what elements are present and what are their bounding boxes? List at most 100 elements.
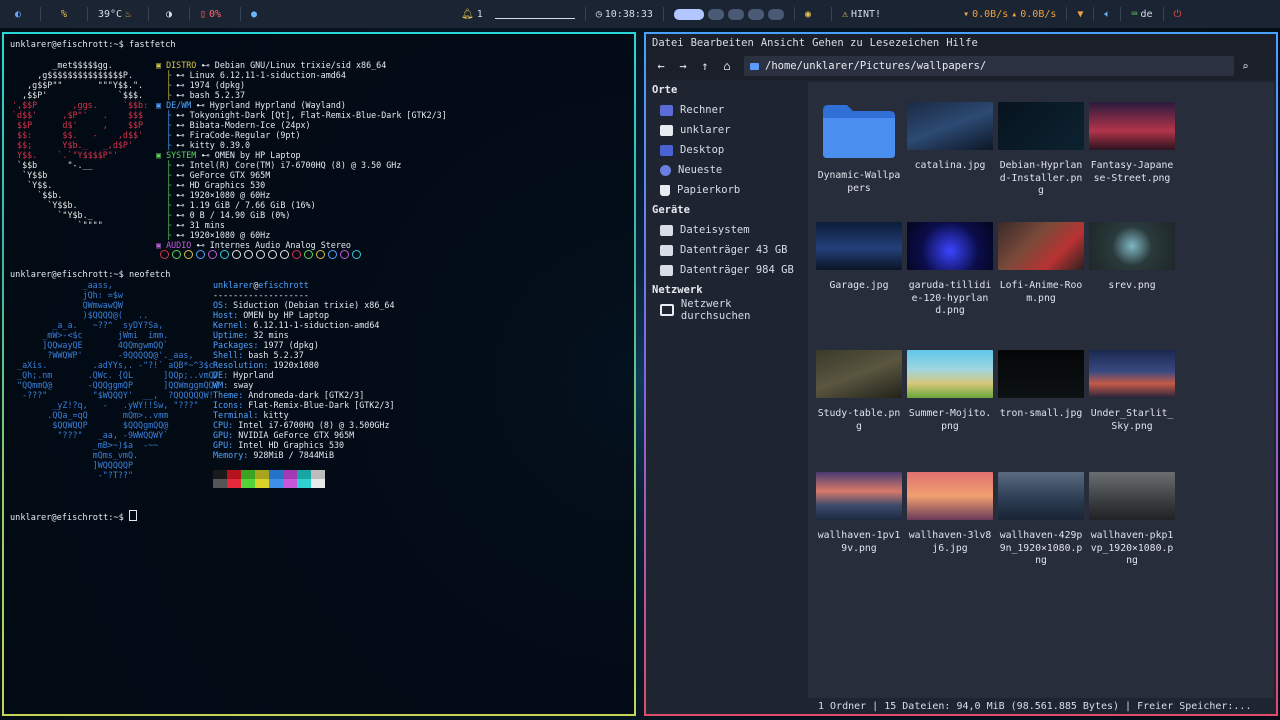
thumbnail	[907, 102, 993, 150]
sidebar-item-netzwerk-durchsuchen[interactable]: Netzwerk durchsuchen	[646, 298, 806, 322]
ascii-line: _Qh;.nm .QWc. {QL ]QQp;..vmQ/	[12, 370, 219, 380]
circle-icon[interactable]: ●	[245, 0, 275, 28]
file-item[interactable]: wallhaven-pkp1vp_1920×1080.png	[1087, 472, 1177, 568]
sidebar-item-neueste[interactable]: Neueste	[646, 160, 806, 180]
file-item[interactable]: Debian-Hyprland-Installer.png	[996, 102, 1086, 198]
sidebar-item-papierkorb[interactable]: Papierkorb	[646, 180, 806, 200]
volume-icon[interactable]: 🔈︎	[1098, 0, 1116, 28]
info-row: Uptime: 32 mins	[213, 330, 289, 340]
sidebar-item-datenträger-984-gb[interactable]: Datenträger 984 GB	[646, 260, 806, 280]
keyboard-layout[interactable]: ⌨ de	[1125, 0, 1158, 28]
thumbnail	[998, 350, 1084, 398]
notifications[interactable]: 🔔︎ 1	[455, 0, 489, 28]
ascii-line: jQh: =$w	[12, 290, 123, 300]
bell-icon: 🔔︎	[461, 8, 474, 20]
file-item[interactable]: Lofi-Anime-Room.png	[996, 222, 1086, 305]
file-item[interactable]: wallhaven-429p9n_1920×1080.png	[996, 472, 1086, 568]
menu-ansicht[interactable]: Ansicht	[761, 37, 805, 49]
back-button[interactable]: ←	[650, 59, 672, 73]
file-name: tron-small.jpg	[999, 408, 1083, 419]
sidebar-item-datenträger-43-gb[interactable]: Datenträger 43 GB	[646, 240, 806, 260]
menu-gehen-zu[interactable]: Gehen zu	[812, 37, 863, 49]
info-row: GPU: Intel HD Graphics 530	[213, 440, 345, 450]
prompt-line-1: unklarer@efischrott:~$ fastfetch	[10, 40, 176, 50]
workspaces[interactable]	[668, 0, 790, 28]
search-icon[interactable]: ⌕	[1242, 60, 1249, 73]
info-row: Host: OMEN by HP Laptop	[213, 310, 329, 320]
color-dot	[232, 250, 241, 259]
sidebar-item-dateisystem[interactable]: Dateisystem	[646, 220, 806, 240]
home-button[interactable]: ⌂	[716, 59, 738, 73]
color-dot	[220, 250, 229, 259]
file-name: Fantasy-Japanese-Street.png	[1090, 160, 1174, 184]
workspace-5[interactable]	[767, 8, 784, 20]
info-row: CPU: Intel i7-6700HQ (8) @ 3.500GHz	[213, 420, 390, 430]
info-row: ├ ⊷ 0 B / 14.90 GiB (0%)	[156, 210, 291, 220]
workspace-1[interactable]	[673, 8, 704, 20]
cpu-value: 0%	[209, 8, 222, 20]
palette-swatch	[297, 479, 311, 488]
ascii-line: ',$$P ,ggs. `$$b:	[12, 100, 149, 110]
prompt-line-3: unklarer@efischrott:~$	[10, 510, 138, 523]
menu-bearbeiten[interactable]: Bearbeiten	[691, 37, 754, 49]
file-item[interactable]: Fantasy-Japanese-Street.png	[1087, 102, 1177, 185]
info-row: WM: sway	[213, 380, 254, 390]
folder-item[interactable]: Dynamic-Wallpapers	[814, 102, 904, 195]
hint: ⚠ HINT!	[836, 0, 887, 28]
file-item[interactable]: Garage.jpg	[814, 222, 904, 293]
file-name: srev.png	[1108, 280, 1156, 291]
workspace-4[interactable]	[747, 8, 764, 20]
sidebar-item-rechner[interactable]: Rechner	[646, 100, 806, 120]
palette-swatch	[269, 479, 283, 488]
location-bar[interactable]: /home/unklarer/Pictures/wallpapers/	[744, 56, 1234, 76]
file-item[interactable]: Under_Starlit_Sky.png	[1087, 350, 1177, 433]
sidebar-item-desktop[interactable]: Desktop	[646, 140, 806, 160]
file-item[interactable]: Summer-Mojito.png	[905, 350, 995, 433]
palette-swatch	[311, 479, 325, 488]
power-icon[interactable]: ⏻	[1168, 0, 1188, 28]
palette-swatch	[241, 470, 255, 479]
menu-lesezeichen[interactable]: Lesezeichen	[870, 37, 940, 49]
file-item[interactable]: srev.png	[1087, 222, 1177, 293]
moon-icon[interactable]: ◑	[153, 0, 185, 28]
color-dot	[304, 250, 313, 259]
color-dots	[160, 250, 361, 259]
idle-icon[interactable]: ◉	[799, 0, 827, 28]
file-item[interactable]: Study-table.png	[814, 350, 904, 433]
ascii-line: _mB>~)$a -~~	[12, 440, 159, 450]
keyboard-value: de	[1140, 8, 1153, 20]
ascii-line: `Y$$b.	[12, 200, 78, 210]
file-manager-window[interactable]: Datei Bearbeiten Ansicht Gehen zu Lesezeiche…	[644, 32, 1278, 716]
command: fastfetch	[129, 40, 176, 50]
up-button[interactable]: ↑	[694, 59, 716, 73]
ascii-line: $$P d$' , $$P	[12, 120, 144, 130]
clock[interactable]: ◷ 10:38:33	[590, 0, 659, 28]
info-row: GPU: NVIDIA GeForce GTX 965M	[213, 430, 355, 440]
terminal-window[interactable]: unklarer@efischrott:~$ fastfetch _met$$$…	[2, 32, 636, 716]
file-item[interactable]: wallhaven-1pv19v.png	[814, 472, 904, 555]
sidebar-item-unklarer[interactable]: unklarer	[646, 120, 806, 140]
palette-swatch	[297, 470, 311, 479]
file-item[interactable]: catalina.jpg	[905, 102, 995, 173]
color-dot	[340, 250, 349, 259]
info-row: ▣ DE/WM ⊷ Hyprland Hyprland (Wayland)	[156, 100, 346, 110]
menu-hilfe[interactable]: Hilfe	[946, 37, 978, 49]
file-item[interactable]: wallhaven-3lv8j6.jpg	[905, 472, 995, 555]
color-dot	[280, 250, 289, 259]
file-item[interactable]: tron-small.jpg	[996, 350, 1086, 421]
debian-icon[interactable]: ◐	[0, 0, 36, 28]
ascii-line: .QQa_=qQ mQm>..vmm	[12, 410, 169, 420]
wifi-icon[interactable]: ▼	[1071, 0, 1089, 28]
neofetch-underline: -------------------	[213, 290, 309, 300]
path-text: /home/unklarer/Pictures/wallpapers/	[765, 60, 987, 72]
forward-button[interactable]: →	[672, 59, 694, 73]
menu-datei[interactable]: Datei	[652, 37, 684, 49]
sidebar-item-label: Papierkorb	[677, 184, 741, 196]
workspace-2[interactable]	[707, 8, 724, 20]
workspace-3[interactable]	[727, 8, 744, 20]
info-row: Terminal: kitty	[213, 410, 289, 420]
ascii-line: -"?T??"	[12, 470, 134, 480]
warning-icon: ⚠	[841, 8, 848, 20]
info-row: ├ ⊷ 1.19 GiB / 7.66 GiB (16%)	[156, 200, 316, 210]
file-item[interactable]: garuda-tillidie-120-hyprland.png	[905, 222, 995, 318]
